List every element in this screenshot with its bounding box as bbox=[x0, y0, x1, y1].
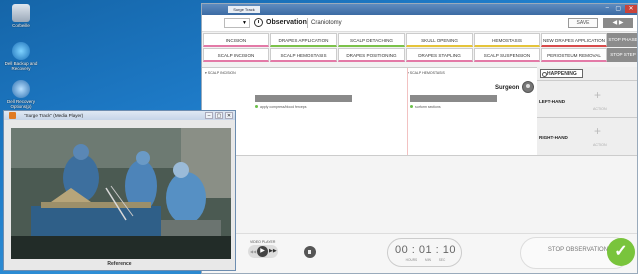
phase-skull-opening[interactable]: SKULL OPENING bbox=[406, 33, 473, 47]
timeline[interactable]: ▾ SCALP INCISION ▾ SCALP HEMOSTASIS appl… bbox=[202, 67, 537, 156]
desktop-icon-label: Corbeille bbox=[12, 23, 30, 28]
phases-row: INCISION DRAPES APPLICATION SCALP DETACH… bbox=[202, 33, 607, 48]
desktop-icon-recovery[interactable]: Dell Recovery Options(p) bbox=[3, 80, 39, 109]
step-scalp-hemostasis[interactable]: SCALP HEMOSTASIS bbox=[270, 48, 337, 62]
action-label: ACTION bbox=[593, 107, 607, 111]
desktop-icon-label: Dell Backup and Recovery bbox=[4, 61, 38, 71]
observation-timer: 00 : 01 : 10 HOURS MIN SEC bbox=[387, 238, 462, 267]
close-button[interactable]: ✕ bbox=[225, 112, 233, 119]
bottom-control-bar: VIDEO PLAYER ◀◀ ▶ ▶▶ 00 : 01 : 10 HOURS … bbox=[202, 233, 637, 273]
surge-track-window: Surge Track – ▢ ✕ ▼ Observation Cranioto… bbox=[201, 3, 638, 274]
right-hand-label: RIGHT-HAND bbox=[539, 135, 568, 140]
observation-name[interactable]: Craniotomy bbox=[307, 18, 367, 28]
phase-new-drapes-application[interactable]: NEW DRAPES APPLICATION bbox=[541, 33, 607, 47]
timeline-bar[interactable] bbox=[410, 95, 497, 102]
volume-icon[interactable] bbox=[304, 246, 316, 258]
recovery-icon bbox=[12, 80, 30, 98]
timer-units: HOURS MIN SEC bbox=[405, 258, 446, 262]
rewind-icon[interactable]: ◀◀ bbox=[250, 249, 256, 254]
step-scalp-incision[interactable]: SCALP INCISION bbox=[203, 48, 269, 62]
recycle-bin-icon bbox=[12, 4, 30, 22]
title-bar: Surge Track – ▢ ✕ bbox=[202, 4, 637, 15]
lower-panel bbox=[202, 155, 637, 233]
fast-forward-icon[interactable]: ▶▶ bbox=[269, 248, 277, 254]
backup-icon bbox=[12, 42, 30, 60]
stop-step-button[interactable]: STOP STEP bbox=[607, 48, 637, 62]
timer-value: 00 : 01 : 10 bbox=[394, 244, 457, 256]
phase-hemostasis[interactable]: HEMOSTASIS bbox=[474, 33, 540, 47]
save-button[interactable]: SAVE bbox=[568, 18, 598, 28]
surgery-video-frame bbox=[11, 128, 231, 259]
navigation-arrows-button[interactable]: ◀ ▶ bbox=[603, 18, 633, 28]
media-player-caption: Reference bbox=[107, 261, 132, 267]
phase-scalp-detaching[interactable]: SCALP DETACHING bbox=[338, 33, 405, 47]
timeline-cursor-line bbox=[407, 68, 408, 156]
timeline-marker-scalp-incision: ▾ SCALP INCISION bbox=[205, 71, 236, 75]
maximize-button[interactable]: ▢ bbox=[615, 5, 621, 12]
surgeon-avatar[interactable] bbox=[522, 81, 534, 93]
timeline-note-text: surform sections bbox=[415, 105, 441, 109]
desktop-icon-backup[interactable]: Dell Backup and Recovery bbox=[3, 42, 39, 71]
add-action-icon[interactable]: + bbox=[594, 89, 601, 101]
desktop-icon-recycle-bin[interactable]: Corbeille bbox=[3, 4, 39, 28]
action-label: ACTION bbox=[593, 143, 607, 147]
media-player-icon bbox=[9, 112, 16, 119]
video-player-controls: ◀◀ ▶ ▶▶ bbox=[248, 245, 278, 258]
timeline-note: surform sections bbox=[410, 105, 441, 109]
close-button[interactable]: ✕ bbox=[625, 5, 637, 13]
step-scalp-suspension[interactable]: SCALP SUSPENSION bbox=[474, 48, 540, 62]
confirm-check-icon[interactable]: ✓ bbox=[607, 238, 635, 266]
timeline-note-text: apply compress/blood ferceps bbox=[260, 105, 307, 109]
play-icon[interactable]: ▶ bbox=[257, 246, 268, 257]
timeline-bar[interactable] bbox=[255, 95, 352, 102]
observation-selector[interactable]: ▼ bbox=[224, 18, 250, 28]
add-action-icon[interactable]: + bbox=[594, 125, 601, 137]
steps-row: SCALP INCISION SCALP HEMOSTASIS DRAPES P… bbox=[202, 48, 607, 63]
surgery-video[interactable] bbox=[11, 128, 231, 259]
media-player-title: "Surge Track" (Media Player) bbox=[24, 113, 84, 118]
observation-label: Observation bbox=[266, 19, 307, 26]
clock-icon bbox=[254, 18, 263, 27]
left-hand-label: LEFT-HAND bbox=[539, 99, 566, 104]
left-hand-box[interactable]: LEFT-HAND + ACTION bbox=[537, 80, 637, 117]
minimize-button[interactable]: – bbox=[606, 5, 609, 11]
media-player-title-bar: "Surge Track" (Media Player) – ▢ ✕ bbox=[4, 111, 235, 120]
stop-phase-button[interactable]: STOP PHASE bbox=[607, 33, 637, 47]
stop-observation-label: STOP OBSERVATION bbox=[547, 247, 609, 253]
step-drapes-stapling[interactable]: DRAPES STAPLING bbox=[406, 48, 473, 62]
phase-drapes-application[interactable]: DRAPES APPLICATION bbox=[270, 33, 337, 47]
happening-panel: HAPPENING LEFT-HAND + ACTION RIGHT-HAND … bbox=[537, 67, 637, 155]
timeline-note: apply compress/blood ferceps bbox=[255, 105, 307, 109]
maximize-button[interactable]: ▢ bbox=[215, 112, 223, 119]
timeline-marker-scalp-hemostasis: ▾ SCALP HEMOSTASIS bbox=[407, 71, 445, 75]
toolbar: ▼ Observation Craniotomy SAVE ◀ ▶ bbox=[202, 15, 637, 32]
window-title: Surge Track bbox=[228, 6, 260, 13]
media-player-window: "Surge Track" (Media Player) – ▢ ✕ Refer… bbox=[3, 110, 236, 271]
phase-incision[interactable]: INCISION bbox=[203, 33, 269, 47]
happening-button[interactable]: HAPPENING bbox=[540, 69, 583, 78]
video-player-label: VIDEO PLAYER bbox=[250, 240, 276, 244]
surgeon-label: Surgeon bbox=[495, 85, 520, 91]
step-periosteum-removal[interactable]: PERIOSTEUM REMOVAL bbox=[541, 48, 607, 62]
right-hand-box[interactable]: RIGHT-HAND + ACTION bbox=[537, 117, 637, 154]
desktop-icon-label: Dell Recovery Options(p) bbox=[6, 99, 35, 109]
step-drapes-positioning[interactable]: DRAPES POSITIONING bbox=[338, 48, 405, 62]
minimize-button[interactable]: – bbox=[205, 112, 213, 119]
